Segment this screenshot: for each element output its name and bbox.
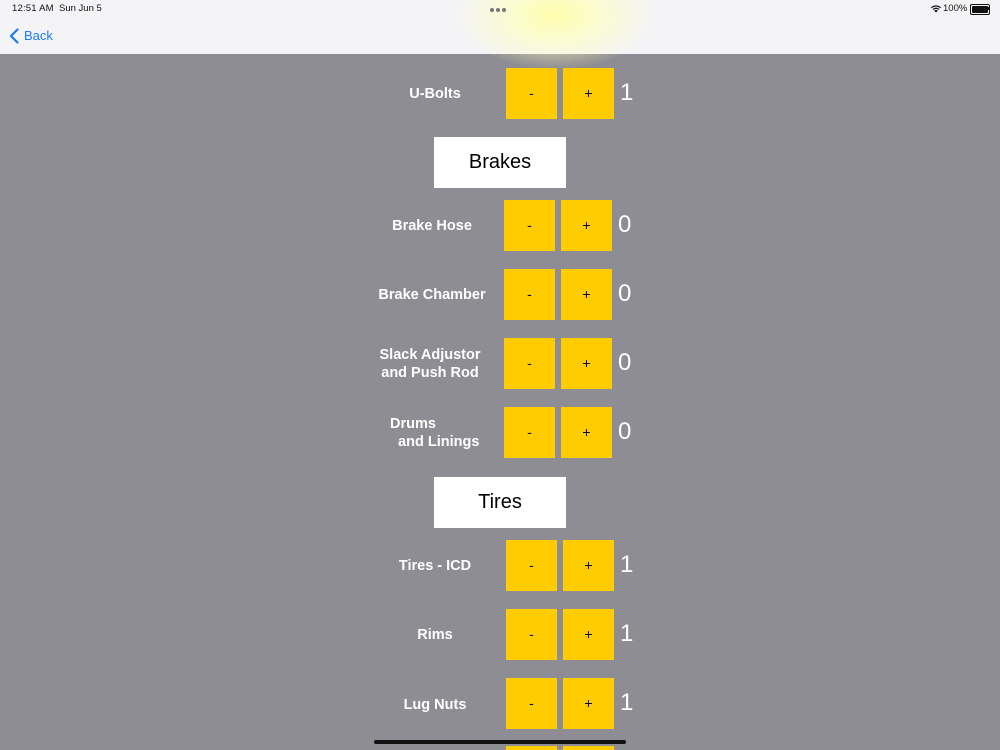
navigation-bar: 12:51 AM Sun Jun 5 100% Back: [0, 0, 1000, 70]
status-time: 12:51 AM: [12, 3, 54, 14]
battery-percent: 100%: [943, 3, 968, 14]
next-row-button-partial[interactable]: [506, 746, 557, 750]
chevron-left-icon: [9, 28, 19, 44]
decrement-button[interactable]: -: [504, 407, 555, 458]
decrement-button[interactable]: -: [506, 609, 557, 660]
item-count: 1: [620, 620, 634, 647]
item-count: 0: [618, 418, 632, 445]
increment-button[interactable]: +: [561, 200, 612, 251]
decrement-button[interactable]: -: [504, 200, 555, 251]
battery-icon: [970, 4, 990, 15]
item-count: 0: [618, 211, 632, 238]
increment-button[interactable]: +: [563, 68, 614, 119]
section-header-brakes: Brakes: [434, 137, 566, 188]
next-row-button-partial[interactable]: [563, 746, 614, 750]
light-glare: [455, 0, 655, 70]
decrement-button[interactable]: -: [506, 68, 557, 119]
item-count: 1: [620, 79, 634, 106]
item-label: U-Bolts: [409, 86, 461, 102]
item-label: Drums and Linings: [390, 416, 480, 450]
back-label: Back: [24, 28, 53, 43]
increment-button[interactable]: +: [561, 269, 612, 320]
increment-button[interactable]: +: [563, 609, 614, 660]
item-label: Slack Adjustor and Push Rod: [379, 347, 481, 381]
status-date: Sun Jun 5: [59, 3, 102, 14]
increment-button[interactable]: +: [563, 540, 614, 591]
item-label: Rims: [417, 627, 453, 643]
increment-button[interactable]: +: [563, 678, 614, 729]
battery-nub: [988, 7, 990, 10]
item-count: 1: [620, 689, 634, 716]
item-label: Brake Chamber: [378, 287, 486, 303]
decrement-button[interactable]: -: [504, 269, 555, 320]
wifi-icon: [931, 5, 941, 13]
decrement-button[interactable]: -: [504, 338, 555, 389]
home-indicator[interactable]: [374, 740, 626, 744]
increment-button[interactable]: +: [561, 407, 612, 458]
decrement-button[interactable]: -: [506, 540, 557, 591]
item-count: 1: [620, 551, 634, 578]
item-label: Brake Hose: [392, 218, 472, 234]
item-count: 0: [618, 349, 632, 376]
section-header-tires: Tires: [434, 477, 566, 528]
item-count: 0: [618, 280, 632, 307]
multitasking-dots-icon[interactable]: [490, 8, 510, 12]
decrement-button[interactable]: -: [506, 678, 557, 729]
item-label: Lug Nuts: [403, 697, 467, 713]
increment-button[interactable]: +: [561, 338, 612, 389]
item-label: Tires - ICD: [398, 558, 472, 574]
